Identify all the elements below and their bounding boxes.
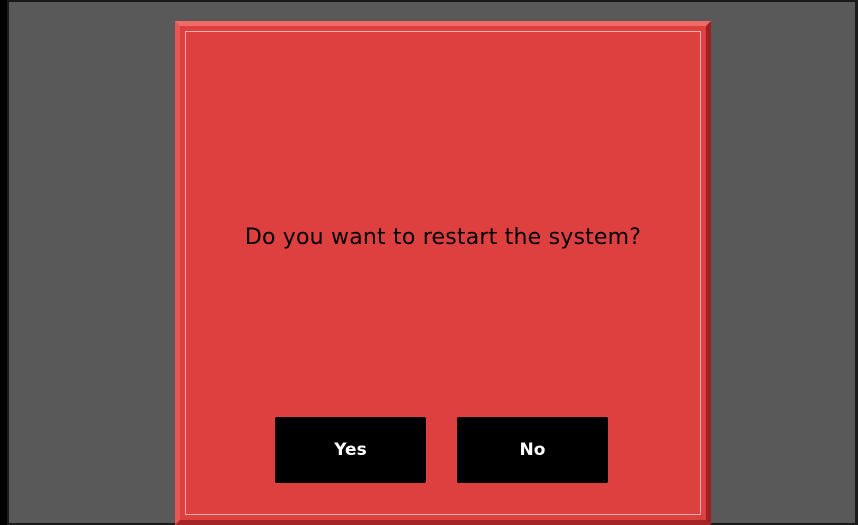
dialog-message: Do you want to restart the system? bbox=[244, 225, 642, 250]
dialog-inner-frame: Do you want to restart the system? Yes N… bbox=[185, 31, 701, 515]
yes-button-label: Yes bbox=[334, 440, 367, 460]
no-button-label: No bbox=[519, 440, 546, 460]
no-button[interactable]: No bbox=[457, 417, 608, 483]
yes-button[interactable]: Yes bbox=[275, 417, 426, 483]
restart-confirmation-dialog: Do you want to restart the system? Yes N… bbox=[175, 21, 711, 525]
screen-background: Do you want to restart the system? Yes N… bbox=[7, 0, 858, 525]
